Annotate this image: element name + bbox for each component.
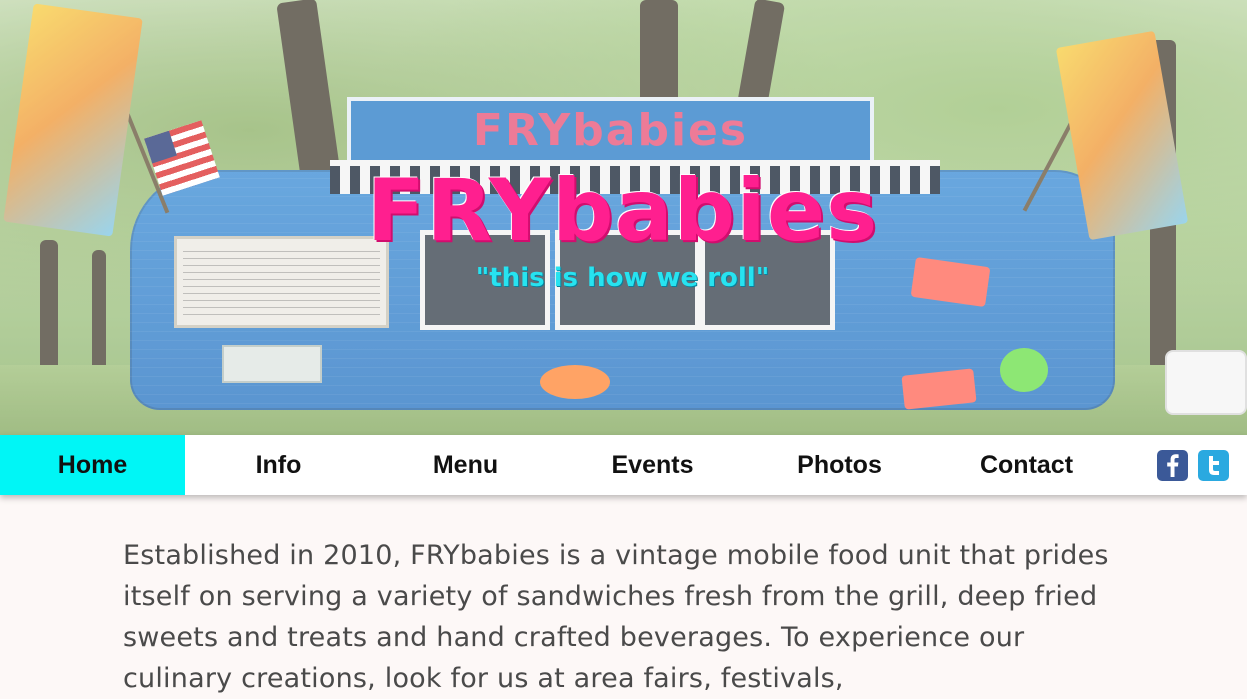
hero-banner: FRYbabies FRYbabies "this is how we roll…	[0, 0, 1247, 435]
social-links	[1147, 435, 1247, 495]
main-nav: Home Info Menu Events Photos Contact	[0, 435, 1247, 495]
nav-photos[interactable]: Photos	[746, 435, 933, 495]
twitter-icon[interactable]	[1198, 449, 1229, 481]
nav-menu[interactable]: Menu	[372, 435, 559, 495]
facebook-icon[interactable]	[1157, 449, 1188, 481]
nav-events[interactable]: Events	[559, 435, 746, 495]
hero-tagline: "this is how we roll"	[475, 263, 770, 293]
nav-home[interactable]: Home	[0, 435, 185, 495]
nav-info[interactable]: Info	[185, 435, 372, 495]
intro-paragraph: Established in 2010, FRYbabies is a vint…	[123, 540, 1109, 694]
hero-title: FRYbabies	[366, 161, 879, 261]
nav-contact[interactable]: Contact	[933, 435, 1120, 495]
